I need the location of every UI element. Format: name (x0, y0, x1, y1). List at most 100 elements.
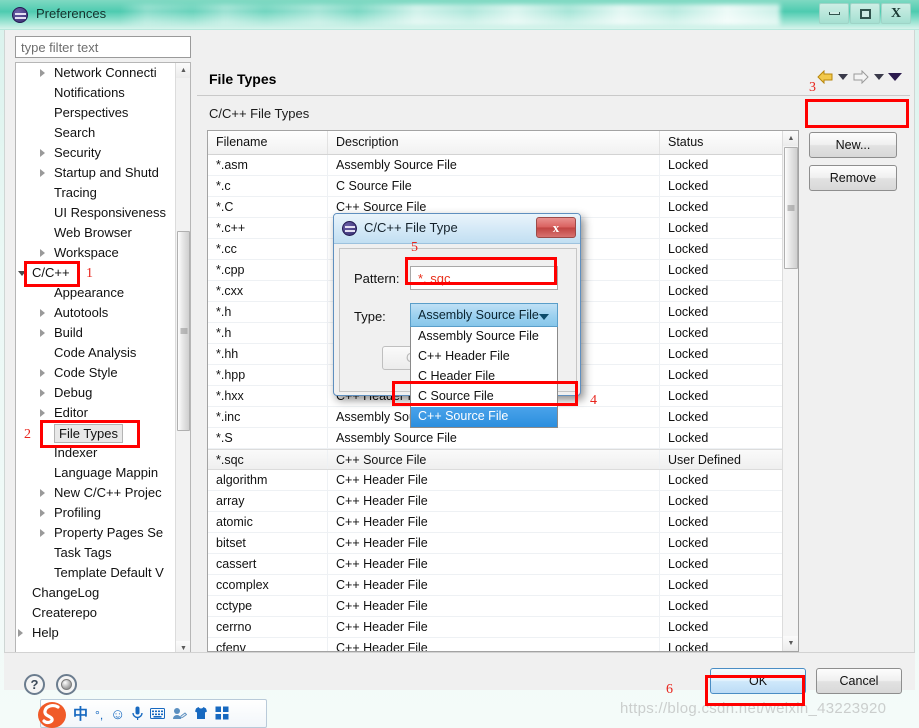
chinese-mode-icon[interactable]: 中 (73, 707, 88, 722)
table-row[interactable]: ccomplex C++ Header File Locked (208, 575, 798, 596)
forward-history-chevron-down-icon[interactable] (874, 74, 884, 80)
tree-item-security[interactable]: Security (16, 143, 176, 163)
tree-item-perspectives[interactable]: Perspectives (16, 103, 176, 123)
sogou-ime-toolbar[interactable]: 中 °, ☺ (38, 699, 267, 728)
tree-item-workspace[interactable]: Workspace (16, 243, 176, 263)
sogou-logo-icon[interactable] (35, 697, 69, 728)
tree-item-language-mappin[interactable]: Language Mappin (16, 463, 176, 483)
table-row[interactable]: cfenv C++ Header File Locked (208, 638, 798, 651)
tree-item-new-c-c-projec[interactable]: New C/C++ Projec (16, 483, 176, 503)
back-arrow-icon[interactable] (816, 70, 834, 84)
tree-expander-collapsed-icon[interactable] (40, 509, 45, 517)
tree-item-tracing[interactable]: Tracing (16, 183, 176, 203)
table-scroll-thumb[interactable] (784, 147, 798, 269)
tree-item-debug[interactable]: Debug (16, 383, 176, 403)
tree-scroll-thumb[interactable] (177, 231, 190, 431)
tree-item-changelog[interactable]: ChangeLog (16, 583, 176, 603)
preferences-tree[interactable]: Network Connecti Notifications Perspective… (16, 63, 176, 643)
view-menu-chevron-down-icon[interactable] (888, 73, 902, 81)
type-select[interactable]: Assembly Source File (410, 303, 558, 327)
table-row[interactable]: cctype C++ Header File Locked (208, 596, 798, 617)
table-row[interactable]: *.c C Source File Locked (208, 176, 798, 197)
tree-scroll-up-arrow[interactable]: ▲ (176, 63, 190, 78)
table-row[interactable]: cerrno C++ Header File Locked (208, 617, 798, 638)
table-row[interactable]: *.asm Assembly Source File Locked (208, 155, 798, 176)
type-option-c-header-file[interactable]: C++ Header File (411, 347, 557, 367)
tree-item-createrepo[interactable]: Createrepo (16, 603, 176, 623)
back-history-chevron-down-icon[interactable] (838, 74, 848, 80)
minimize-button[interactable] (819, 3, 849, 24)
punctuation-icon[interactable]: °, (95, 709, 103, 721)
table-row[interactable]: *.sqc C++ Source File User Defined (208, 449, 798, 470)
type-option-c-header-file[interactable]: C Header File (411, 367, 557, 387)
tree-expander-collapsed-icon[interactable] (40, 169, 45, 177)
question-mark-icon[interactable]: ? (24, 674, 45, 695)
tree-item-search[interactable]: Search (16, 123, 176, 143)
tree-item-network-connecti[interactable]: Network Connecti (16, 63, 176, 83)
table-vertical-scrollbar[interactable]: ▲ ▼ (782, 131, 798, 651)
skin-icon[interactable] (194, 706, 208, 723)
tree-item-editor[interactable]: Editor (16, 403, 176, 423)
column-header-status[interactable]: Status (660, 131, 768, 154)
tree-expander-collapsed-icon[interactable] (40, 149, 45, 157)
tree-item-indexer[interactable]: Indexer (16, 443, 176, 463)
filter-input[interactable]: type filter text (15, 36, 191, 58)
type-select-dropdown[interactable]: Assembly Source File C++ Header File C Hea… (410, 327, 558, 428)
tree-expander-collapsed-icon[interactable] (18, 629, 23, 637)
table-row[interactable]: algorithm C++ Header File Locked (208, 470, 798, 491)
close-button[interactable]: X (881, 3, 911, 24)
tree-item-c-c[interactable]: C/C++ (16, 263, 176, 283)
tree-expander-collapsed-icon[interactable] (40, 309, 45, 317)
table-row[interactable]: *.S Assembly Source File Locked (208, 428, 798, 449)
forward-arrow-icon[interactable] (852, 70, 870, 84)
table-row[interactable]: atomic C++ Header File Locked (208, 512, 798, 533)
tree-item-property-pages-se[interactable]: Property Pages Se (16, 523, 176, 543)
table-scroll-up-arrow[interactable]: ▲ (783, 131, 798, 146)
table-scroll-down-arrow[interactable]: ▼ (783, 636, 798, 651)
tree-item-web-browser[interactable]: Web Browser (16, 223, 176, 243)
tree-expander-collapsed-icon[interactable] (40, 389, 45, 397)
tree-expander-collapsed-icon[interactable] (40, 369, 45, 377)
type-option-assembly-source-file[interactable]: Assembly Source File (411, 327, 557, 347)
soft-keyboard-icon[interactable] (150, 707, 166, 722)
type-option-c-source-file[interactable]: C++ Source File (411, 407, 557, 427)
tree-item-appearance[interactable]: Appearance (16, 283, 176, 303)
tree-item-code-analysis[interactable]: Code Analysis (16, 343, 176, 363)
tree-item-autotools[interactable]: Autotools (16, 303, 176, 323)
handwriting-icon[interactable] (172, 707, 188, 723)
tree-expander-collapsed-icon[interactable] (40, 249, 45, 257)
maximize-button[interactable] (850, 3, 880, 24)
column-header-filename[interactable]: Filename (208, 131, 328, 154)
emoji-icon[interactable]: ☺ (110, 707, 125, 722)
column-header-description[interactable]: Description (328, 131, 660, 154)
tree-item-build[interactable]: Build (16, 323, 176, 343)
apply-icon[interactable] (56, 674, 77, 695)
tree-expander-collapsed-icon[interactable] (40, 69, 45, 77)
pattern-input[interactable]: *. sqc (410, 266, 558, 290)
tree-item-file-types[interactable]: File Types (16, 423, 176, 443)
table-row[interactable]: cassert C++ Header File Locked (208, 554, 798, 575)
tree-item-ui-responsiveness[interactable]: UI Responsiveness (16, 203, 176, 223)
close-icon[interactable]: x (536, 217, 576, 238)
cancel-button[interactable]: Cancel (816, 668, 902, 694)
remove-button[interactable]: Remove (809, 165, 897, 191)
tree-item-notifications[interactable]: Notifications (16, 83, 176, 103)
table-row[interactable]: array C++ Header File Locked (208, 491, 798, 512)
tree-item-template-default-v[interactable]: Template Default V (16, 563, 176, 583)
tree-item-task-tags[interactable]: Task Tags (16, 543, 176, 563)
tree-expander-collapsed-icon[interactable] (40, 409, 45, 417)
tree-expander-collapsed-icon[interactable] (40, 489, 45, 497)
toolbox-icon[interactable] (215, 706, 229, 723)
tree-expander-expanded-icon[interactable] (18, 271, 26, 280)
tree-expander-collapsed-icon[interactable] (40, 529, 45, 537)
voice-input-icon[interactable] (132, 706, 144, 724)
tree-vertical-scrollbar[interactable]: ▲ ▼ (175, 63, 190, 656)
tree-item-help[interactable]: Help (16, 623, 176, 643)
tree-expander-collapsed-icon[interactable] (40, 329, 45, 337)
tree-item-code-style[interactable]: Code Style (16, 363, 176, 383)
tree-item-profiling[interactable]: Profiling (16, 503, 176, 523)
ok-button[interactable]: OK (710, 668, 806, 694)
table-row[interactable]: bitset C++ Header File Locked (208, 533, 798, 554)
tree-item-startup-and-shutd[interactable]: Startup and Shutd (16, 163, 176, 183)
type-option-c-source-file[interactable]: C Source File (411, 387, 557, 407)
